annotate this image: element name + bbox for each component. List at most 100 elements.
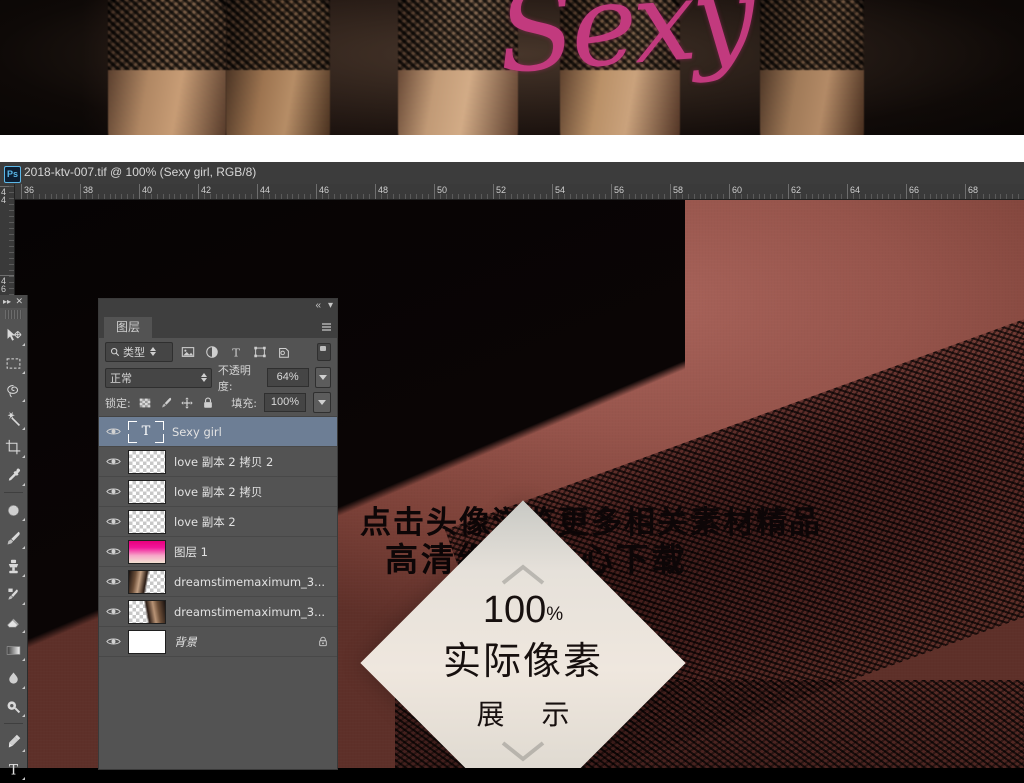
horizontal-ruler[interactable]: 36 38 40 42 44 46 48 50 52 54 56 58 60 62 64 66 68 (14, 184, 1024, 200)
layer-visibility-toggle[interactable] (99, 456, 128, 467)
layer-name[interactable]: love 副本 2 拷贝 2 (174, 454, 273, 470)
table-row[interactable]: 背景 (99, 627, 337, 657)
visibility-icon[interactable] (106, 516, 121, 527)
tool-flyout-indicator[interactable] (22, 686, 25, 689)
layer-name[interactable]: love 副本 2 拷贝 (174, 484, 262, 500)
table-row[interactable]: dreamstimemaximum_3... (99, 597, 337, 627)
spot-healing-tool[interactable] (0, 496, 27, 524)
layer-thumbnail-photo[interactable] (128, 599, 166, 624)
tool-flyout-indicator[interactable] (22, 343, 25, 346)
marquee-tool[interactable] (0, 349, 27, 377)
tool-flyout-indicator[interactable] (22, 427, 25, 430)
layer-visibility-toggle[interactable] (99, 606, 128, 617)
lock-row[interactable]: 锁定: 填充: 100% (99, 390, 337, 415)
tool-flyout-indicator[interactable] (22, 518, 25, 521)
layer-filter-type-select[interactable]: 类型 (105, 341, 173, 362)
eyedropper-tool[interactable] (0, 461, 27, 489)
layer-name[interactable]: Sexy girl (172, 425, 222, 439)
visibility-icon[interactable] (106, 426, 121, 437)
close-icon[interactable]: ✕ (15, 296, 23, 307)
fill-slider-dropdown[interactable] (313, 392, 331, 413)
gradient-tool[interactable] (0, 636, 27, 664)
layer-visibility-toggle[interactable] (99, 486, 128, 497)
layer-locked-indicator[interactable] (317, 635, 329, 653)
brush-tool[interactable] (0, 524, 27, 552)
tab-layers[interactable]: 图层 (104, 317, 153, 338)
layers-panel[interactable]: « ▾ 图层 类型 T 正常 不透明度: 64% 锁定: 填充: 100% T … (98, 298, 338, 770)
fill-value[interactable]: 100% (264, 393, 306, 412)
layer-name[interactable]: love 副本 2 (174, 514, 236, 530)
blend-mode-row[interactable]: 正常 不透明度: 64% (99, 364, 337, 393)
tools-panel-grip[interactable] (5, 310, 22, 319)
magic-wand-tool[interactable] (0, 405, 27, 433)
tool-flyout-indicator[interactable] (22, 546, 25, 549)
collapse-panel-icon[interactable]: « (315, 300, 321, 311)
visibility-icon[interactable] (106, 576, 121, 587)
blend-mode-spinner-icon[interactable] (200, 373, 207, 382)
tool-flyout-indicator[interactable] (22, 777, 25, 780)
layer-thumbnail-transparent[interactable] (128, 479, 166, 504)
layer-thumbnail-white[interactable] (128, 629, 166, 654)
layer-filter-spinner-icon[interactable] (150, 347, 156, 356)
tool-flyout-indicator[interactable] (22, 658, 25, 661)
visibility-icon[interactable] (106, 636, 121, 647)
layer-visibility-toggle[interactable] (99, 576, 128, 587)
lock-transparent-pixels-icon[interactable] (138, 396, 152, 410)
layer-thumbnail-text[interactable]: T (128, 420, 164, 443)
layer-name[interactable]: dreamstimemaximum_3... (174, 605, 325, 619)
visibility-icon[interactable] (106, 456, 121, 467)
filter-enable-toggle[interactable] (317, 342, 331, 361)
visibility-icon[interactable] (106, 486, 121, 497)
table-row[interactable]: 图层 1 (99, 537, 337, 567)
tool-flyout-indicator[interactable] (22, 483, 25, 486)
panel-menu-icon[interactable] (321, 321, 333, 333)
opacity-value[interactable]: 64% (266, 368, 309, 387)
shape-layer-filter-icon[interactable] (251, 344, 269, 360)
layer-thumbnail-transparent[interactable] (128, 449, 166, 474)
visibility-icon[interactable] (106, 546, 121, 557)
eraser-tool[interactable] (0, 608, 27, 636)
layer-visibility-toggle[interactable] (99, 426, 128, 437)
layer-lock-icon[interactable] (317, 635, 329, 648)
layer-visibility-toggle[interactable] (99, 636, 128, 647)
layer-name[interactable]: 背景 (174, 634, 197, 650)
opacity-slider-dropdown[interactable] (314, 367, 331, 388)
lock-position-icon[interactable] (180, 396, 194, 410)
adjustment-layer-filter-icon[interactable] (203, 344, 221, 360)
layer-visibility-toggle[interactable] (99, 516, 128, 527)
tool-flyout-indicator[interactable] (22, 630, 25, 633)
collapse-arrows-icon[interactable]: ▸▸ (3, 297, 11, 306)
visibility-icon[interactable] (106, 606, 121, 617)
tool-flyout-indicator[interactable] (22, 749, 25, 752)
tools-panel[interactable]: ▸▸ ✕ T (0, 295, 28, 780)
layer-name[interactable]: 图层 1 (174, 544, 208, 560)
layer-thumbnail-transparent[interactable] (128, 509, 166, 534)
table-row[interactable]: love 副本 2 (99, 507, 337, 537)
move-tool[interactable] (0, 321, 27, 349)
type-layer-filter-icon[interactable]: T (227, 344, 245, 360)
lock-all-icon[interactable] (201, 396, 215, 410)
crop-tool[interactable] (0, 433, 27, 461)
pixel-layer-filter-icon[interactable] (179, 344, 197, 360)
layer-thumbnail-gradient[interactable] (128, 539, 166, 564)
table-row[interactable]: T Sexy girl (99, 417, 337, 447)
table-row[interactable]: dreamstimemaximum_3... (99, 567, 337, 597)
layer-list[interactable]: T Sexy girl love 副本 2 拷贝 2 love 副本 2 拷贝 love… (99, 416, 337, 769)
tool-flyout-indicator[interactable] (22, 399, 25, 402)
blur-tool[interactable] (0, 664, 27, 692)
table-row[interactable]: love 副本 2 拷贝 (99, 477, 337, 507)
tool-flyout-indicator[interactable] (22, 714, 25, 717)
tool-flyout-indicator[interactable] (22, 371, 25, 374)
layer-name[interactable]: dreamstimemaximum_3... (174, 575, 325, 589)
smart-object-filter-icon[interactable] (275, 344, 293, 360)
table-row[interactable]: love 副本 2 拷贝 2 (99, 447, 337, 477)
layer-thumbnail-photo[interactable] (128, 569, 166, 594)
panel-options-icon[interactable]: ▾ (328, 300, 333, 311)
clone-stamp-tool[interactable] (0, 552, 27, 580)
lock-image-pixels-icon[interactable] (159, 396, 173, 410)
layer-visibility-toggle[interactable] (99, 546, 128, 557)
lasso-tool[interactable] (0, 377, 27, 405)
tool-flyout-indicator[interactable] (22, 602, 25, 605)
history-brush-tool[interactable] (0, 580, 27, 608)
tool-flyout-indicator[interactable] (22, 455, 25, 458)
